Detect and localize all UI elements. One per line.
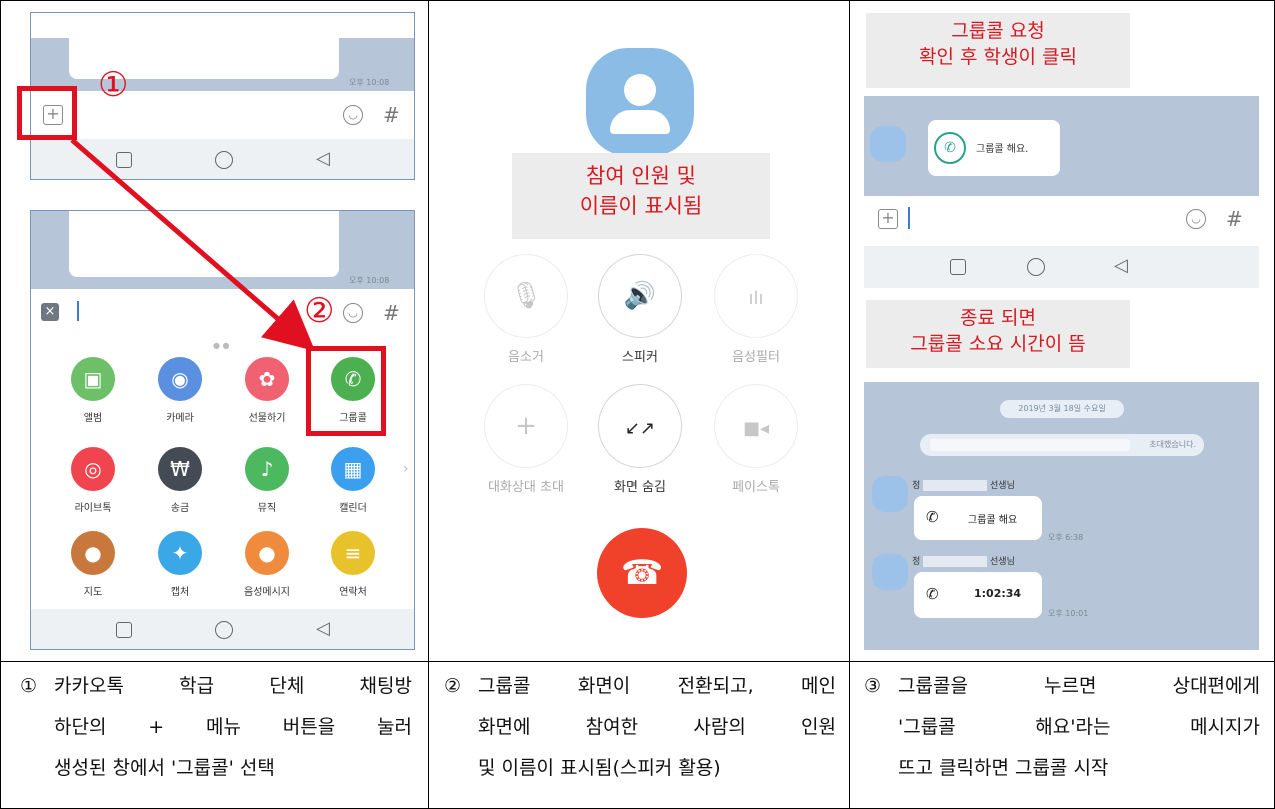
caption-line: '그룹콜 해요'라는 메시지가: [898, 716, 1260, 738]
phone-circle-icon: ✆: [934, 132, 966, 164]
caption-line: 카카오톡 학급 단체 채팅방: [54, 675, 412, 697]
person-icon-body: [610, 110, 670, 134]
column-divider: [849, 0, 850, 809]
chat-screen-request: ✆ 그룹콜 해요. + ◡ # ◁: [864, 96, 1259, 288]
step-number: ①: [20, 675, 38, 697]
person-icon: [624, 74, 656, 106]
sender-name-suffix: 선생님: [990, 557, 1015, 567]
speaker-icon: 🔊: [623, 281, 657, 311]
step-caption: ② 그룹콜 화면이 전환되고, 메인 화면에 참여한 사람의 인원 및 이름이 …: [444, 666, 836, 789]
blurred-names: [930, 439, 1130, 451]
call-message-text: 그룹콜 해요: [968, 515, 1018, 526]
note-line: 종료 되면: [960, 307, 1036, 329]
end-call-icon: ☎: [620, 553, 664, 593]
control-label: 화면 숨김: [614, 480, 666, 495]
call-message-start[interactable]: ✆ 그룹콜 해요: [914, 496, 1042, 540]
callout-number-2: ②: [304, 291, 335, 331]
blurred-name: [923, 480, 988, 491]
video-icon: ■◂: [742, 418, 770, 439]
control-label: 음소거: [508, 350, 544, 365]
blurred-name: [923, 556, 988, 567]
android-nav-bar: ◁: [864, 246, 1259, 288]
step-number: ②: [444, 675, 462, 697]
mute-button[interactable]: 🎙: [484, 254, 568, 338]
voice-filter-button[interactable]: ılı: [714, 254, 798, 338]
arrow-annotation: [70, 138, 316, 352]
caption-line: 그룹콜을 누르면 상대편에게: [898, 675, 1260, 697]
column-divider: [428, 0, 429, 809]
sender-avatar: [872, 554, 908, 590]
note-line: 이름이 표시됨: [579, 194, 703, 218]
hash-icon[interactable]: #: [1226, 207, 1243, 231]
emoticon-icon[interactable]: ◡: [1186, 209, 1206, 229]
step-caption: ③ 그룹콜을 누르면 상대편에게 '그룹콜 해요'라는 메시지가 뜨고 클릭하면…: [864, 666, 1260, 789]
text-cursor: [908, 207, 910, 229]
caption-line: 하단의 + 메뉴 버튼을 눌러: [54, 716, 412, 738]
caption-line: 및 이름이 표시됨(스피커 활용): [478, 757, 721, 779]
back-icon[interactable]: ◁: [1114, 257, 1128, 275]
call-message-duration[interactable]: ✆ 1:02:34: [914, 572, 1042, 618]
sender-name-prefix: 정: [912, 557, 921, 567]
chat-screen-ended: 2019년 3월 18일 수요일 초대했습니다. 정 선생님 ✆ 그룹콜 해요 …: [864, 382, 1259, 650]
plus-menu-button[interactable]: +: [878, 209, 898, 229]
groupcall-message-text: 그룹콜 해요.: [976, 144, 1029, 155]
call-duration-text: 1:02:34: [974, 587, 1022, 600]
note-line: 참여 인원 및: [586, 164, 696, 188]
note-line: 확인 후 학생이 클릭: [919, 46, 1077, 68]
annotation-note-bottom: 종료 되면 그룹콜 소요 시간이 뜸: [866, 300, 1130, 368]
recent-apps-icon[interactable]: [950, 259, 966, 275]
step-caption: ① 카카오톡 학급 단체 채팅방 하단의 + 메뉴 버튼을 눌러 생성된 창에서…: [20, 666, 412, 789]
phone-icon: ✆: [926, 508, 939, 526]
message-time: 오후 6:38: [1048, 533, 1084, 542]
chat-area: [864, 96, 1259, 196]
phone-icon: ✆: [926, 585, 939, 603]
minimize-icon: ↙↗: [624, 418, 656, 439]
invite-text: 초대했습니다.: [1149, 440, 1196, 449]
voice-filter-icon: ılı: [748, 288, 764, 309]
mute-icon: 🎙: [509, 281, 543, 311]
caption-line: 화면에 참여한 사람의 인원: [478, 716, 836, 738]
note-line: 그룹콜 요청: [951, 20, 1045, 42]
caption-line: 뜨고 클릭하면 그룹콜 시작: [898, 757, 1109, 779]
sender-name-prefix: 정: [912, 481, 921, 491]
sender-avatar: [870, 126, 906, 162]
control-label: 스피커: [622, 350, 658, 365]
sender-name: 정 선생님: [912, 478, 1015, 491]
annotation-note: 참여 인원 및 이름이 표시됨: [512, 153, 770, 239]
speaker-button[interactable]: 🔊: [598, 254, 682, 338]
caption-line: 그룹콜 화면이 전환되고, 메인: [478, 675, 836, 697]
control-label: 음성필터: [732, 350, 780, 365]
sender-name: 정 선생님: [912, 554, 1015, 567]
note-line: 그룹콜 소요 시간이 뜸: [910, 333, 1086, 355]
control-label: 대화상대 초대: [488, 480, 564, 495]
sender-avatar: [872, 476, 908, 512]
video-button[interactable]: ■◂: [714, 384, 798, 468]
message-time: 오후 10:01: [1048, 609, 1089, 618]
control-label: 페이스톡: [732, 480, 780, 495]
callout-number-1: ①: [98, 65, 129, 105]
groupcall-message[interactable]: ✆ 그룹콜 해요.: [928, 120, 1060, 176]
date-divider: 2019년 3월 18일 수요일: [1000, 400, 1124, 418]
invite-notice: 초대했습니다.: [920, 434, 1204, 456]
plus-button[interactable]: +: [484, 384, 568, 468]
step-number: ③: [864, 675, 882, 697]
home-icon[interactable]: [1027, 258, 1045, 276]
minimize-button[interactable]: ↙↗: [598, 384, 682, 468]
sender-name-suffix: 선생님: [990, 481, 1015, 491]
annotation-note-top: 그룹콜 요청 확인 후 학생이 클릭: [866, 13, 1130, 88]
plus-icon: +: [515, 411, 537, 441]
row-divider: [0, 661, 1275, 662]
caption-line: 생성된 창에서 '그룹콜' 선택: [54, 757, 275, 779]
end-call-button[interactable]: ☎: [597, 528, 687, 618]
participant-avatar: [586, 48, 694, 156]
